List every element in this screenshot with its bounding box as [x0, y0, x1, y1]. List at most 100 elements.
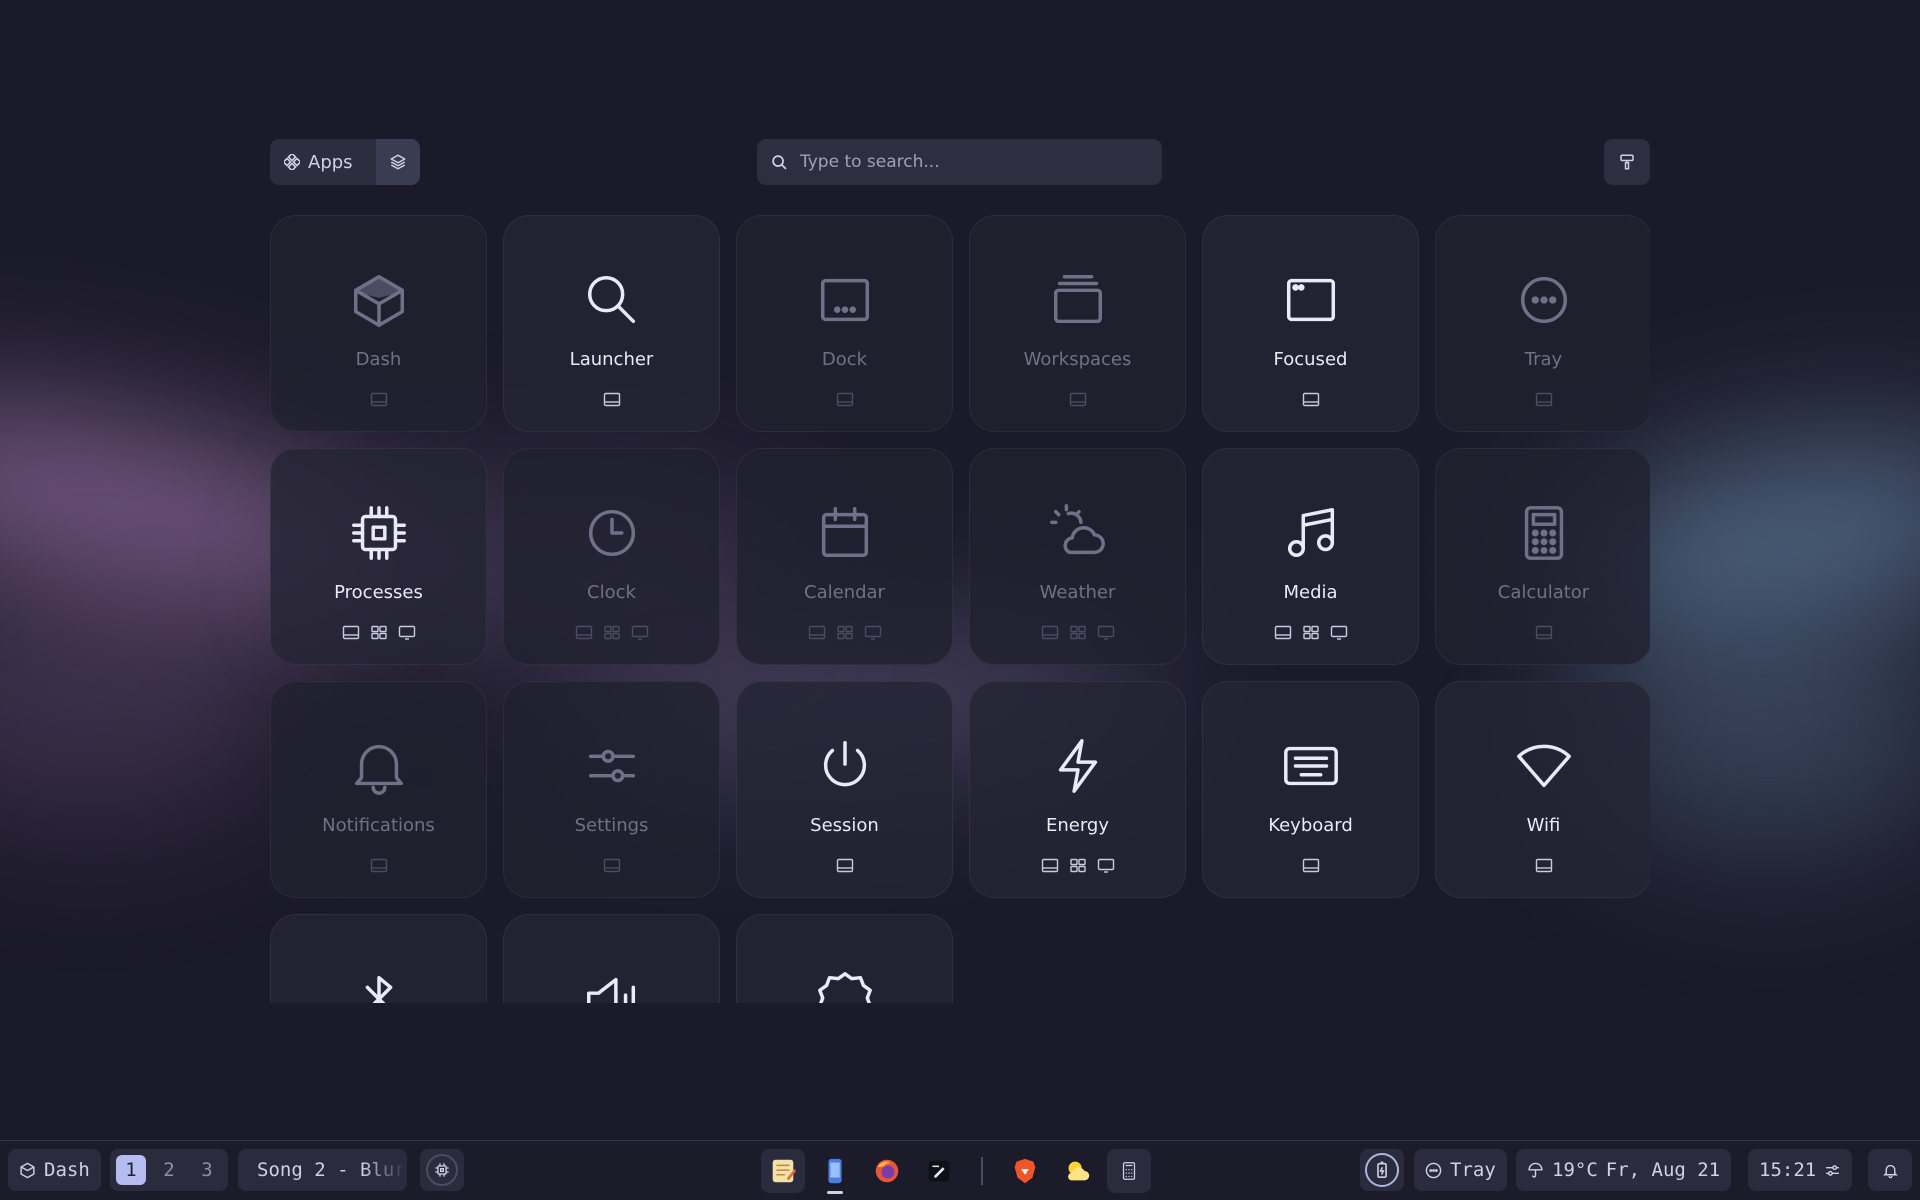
widget-tile-calendar[interactable]: Calendar [736, 448, 953, 665]
tile-label: Notifications [322, 815, 435, 836]
panel-icon[interactable] [1535, 858, 1553, 873]
search-bar[interactable] [757, 139, 1162, 185]
widget-tile-settings[interactable]: Settings [503, 681, 720, 898]
widget-tile-session[interactable]: Session [736, 681, 953, 898]
dock-app-firefox[interactable] [865, 1149, 909, 1193]
tile-position-badges [737, 392, 952, 407]
widget-tile-media[interactable]: Media [1202, 448, 1419, 665]
workspace-1[interactable]: 1 [116, 1155, 146, 1185]
clock-widget[interactable]: 15:21 [1748, 1149, 1853, 1191]
panel-icon[interactable] [575, 625, 593, 640]
widget-tile-bluetooth[interactable] [270, 914, 487, 1003]
grid-icon[interactable] [603, 625, 621, 640]
widget-tile-workspaces[interactable]: Workspaces [969, 215, 1186, 432]
panel-icon[interactable] [1274, 625, 1292, 640]
widget-tile-focused[interactable]: Focused [1202, 215, 1419, 432]
dock-app-weather-app[interactable] [1055, 1149, 1099, 1193]
dock-icon [737, 269, 952, 331]
power-icon [737, 735, 952, 797]
tile-position-badges [504, 392, 719, 407]
weather-icon [970, 502, 1185, 564]
grid-icon[interactable] [1069, 625, 1087, 640]
panel-icon[interactable] [370, 392, 388, 407]
widget-tile-energy[interactable]: Energy [969, 681, 1186, 898]
apps-mode-button[interactable]: Apps [270, 139, 367, 185]
widget-tile-wifi[interactable]: Wifi [1435, 681, 1650, 898]
monitor-icon[interactable] [398, 625, 416, 640]
panel-icon[interactable] [836, 858, 854, 873]
cpu-icon [435, 1163, 449, 1177]
widget-tile-notifications[interactable]: Notifications [270, 681, 487, 898]
weather-date-widget[interactable]: 19°C Fr, Aug 21 [1516, 1149, 1732, 1191]
panel-icon[interactable] [808, 625, 826, 640]
dock-app-calculator-app[interactable] [1107, 1149, 1151, 1193]
media-widget[interactable]: Song 2 - Blur [238, 1149, 407, 1191]
monitor-icon[interactable] [1330, 625, 1348, 640]
keyboard-icon [1203, 735, 1418, 797]
panel-icon[interactable] [836, 392, 854, 407]
panel-icon[interactable] [1041, 858, 1059, 873]
dock-app-brave[interactable] [1003, 1149, 1047, 1193]
calculator-app-icon [1122, 1162, 1136, 1180]
panel-icon[interactable] [1041, 625, 1059, 640]
taskbar: Dash 1 2 3 Song 2 - Blur Tray 19°C Fr, A… [0, 1140, 1920, 1200]
monitor-icon[interactable] [631, 625, 649, 640]
tile-position-badges [737, 858, 952, 873]
widget-tile-dock[interactable]: Dock [736, 215, 953, 432]
monitor-icon[interactable] [1097, 625, 1115, 640]
widget-tile-keyboard[interactable]: Keyboard [1202, 681, 1419, 898]
grid-icon[interactable] [1069, 858, 1087, 873]
grid-icon[interactable] [836, 625, 854, 640]
tray-button[interactable]: Tray [1414, 1149, 1507, 1191]
tile-label: Launcher [569, 349, 654, 370]
notifications-button[interactable] [1868, 1149, 1912, 1191]
tile-position-badges [271, 858, 486, 873]
widget-tile-dash[interactable]: Dash [270, 215, 487, 432]
dots-circle-icon [1436, 269, 1650, 331]
panel-icon[interactable] [1302, 392, 1320, 407]
widget-tile-calculator[interactable]: Calculator [1435, 448, 1650, 665]
dock-app-notes-app[interactable] [917, 1149, 961, 1193]
panel-icon[interactable] [1535, 392, 1553, 407]
dock-app-phone-app[interactable] [813, 1149, 857, 1194]
cube-icon [271, 269, 486, 331]
panel-icon[interactable] [1069, 392, 1087, 407]
workspace-2[interactable]: 2 [154, 1155, 184, 1185]
search-icon [504, 269, 719, 331]
grid-icon[interactable] [370, 625, 388, 640]
panel-icon[interactable] [603, 858, 621, 873]
tile-position-badges [737, 625, 952, 640]
grid-icon[interactable] [1302, 625, 1320, 640]
running-indicator [827, 1191, 843, 1194]
panel-icon[interactable] [603, 392, 621, 407]
widget-tile-tray[interactable]: Tray [1435, 215, 1650, 432]
tile-label: Calendar [804, 582, 885, 603]
theme-button[interactable] [1604, 139, 1650, 185]
battery-button[interactable] [1360, 1149, 1404, 1191]
widget-tile-volume[interactable] [503, 914, 720, 1003]
cpu-icon [271, 502, 486, 564]
temperature: 19°C [1552, 1159, 1598, 1181]
panel-icon[interactable] [1302, 858, 1320, 873]
tile-position-badges [970, 858, 1185, 873]
tile-label: Tray [1524, 349, 1563, 370]
tile-label: Keyboard [1268, 815, 1353, 836]
panel-icon[interactable] [342, 625, 360, 640]
widget-tile-launcher[interactable]: Launcher [503, 215, 720, 432]
panel-icon[interactable] [1535, 625, 1553, 640]
dock-app-text-editor[interactable] [761, 1149, 805, 1193]
widget-tile-processes[interactable]: Processes [270, 448, 487, 665]
settings-sliders-icon [1826, 1164, 1840, 1176]
layers-mode-button[interactable] [376, 139, 420, 185]
monitor-icon[interactable] [864, 625, 882, 640]
widget-tile-clock[interactable]: Clock [503, 448, 720, 665]
dash-button[interactable]: Dash [8, 1149, 101, 1191]
monitor-icon[interactable] [1097, 858, 1115, 873]
widget-tile-badge[interactable] [736, 914, 953, 1003]
search-input[interactable] [800, 152, 1140, 172]
widget-tile-weather[interactable]: Weather [969, 448, 1186, 665]
panel-icon[interactable] [370, 858, 388, 873]
cpu-usage-button[interactable] [420, 1149, 464, 1191]
workspace-3[interactable]: 3 [192, 1155, 222, 1185]
dots-circle-icon [1425, 1162, 1442, 1178]
